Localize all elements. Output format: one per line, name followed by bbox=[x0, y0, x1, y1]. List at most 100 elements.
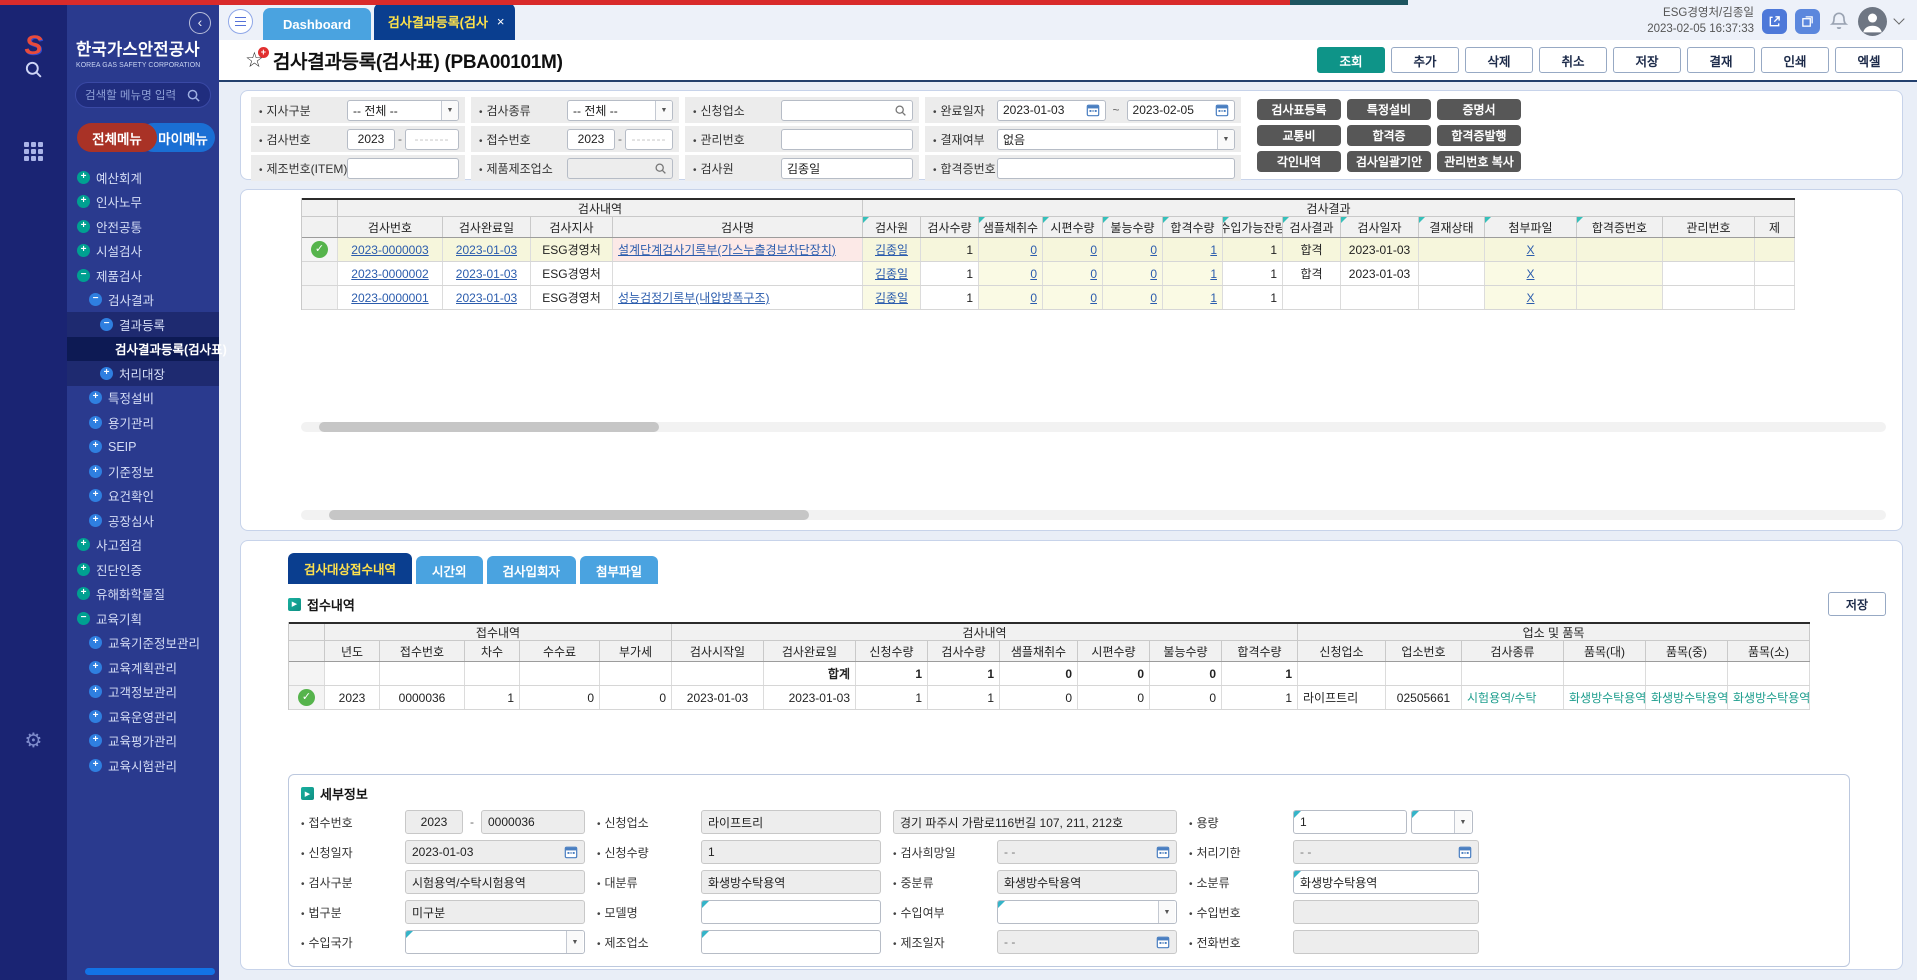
col-header-시편수량[interactable]: 시편수량 bbox=[1043, 217, 1103, 237]
action-button-저장[interactable]: 저장 bbox=[1613, 47, 1681, 73]
rail-settings-icon[interactable]: ⚙ bbox=[0, 728, 67, 753]
cell-link[interactable]: 김종일 bbox=[875, 265, 908, 282]
quick-button-관리번호 복사[interactable]: 관리번호 복사 bbox=[1437, 151, 1521, 172]
action-button-취소[interactable]: 취소 bbox=[1539, 47, 1607, 73]
cell-link[interactable]: 1 bbox=[1210, 243, 1217, 257]
grid-inner-hscrollbar[interactable] bbox=[301, 422, 1886, 432]
cell-link[interactable]: X bbox=[1526, 291, 1534, 305]
sidebar-item-12[interactable]: +기준정보 bbox=[67, 459, 219, 484]
hamburger-menu-icon[interactable] bbox=[228, 9, 253, 34]
filter-serial-접수번호[interactable]: ------- bbox=[625, 129, 673, 150]
grid-outer-hscroll-thumb[interactable] bbox=[329, 510, 809, 520]
sidebar-item-10[interactable]: +용기관리 bbox=[67, 410, 219, 435]
chevron-down-icon[interactable]: ▼ bbox=[1158, 901, 1175, 923]
calendar-icon[interactable] bbox=[1086, 103, 1100, 117]
filter-input-관리번호[interactable] bbox=[781, 129, 913, 150]
col-header-합격증번호[interactable]: 합격증번호 bbox=[1577, 217, 1663, 237]
detail-field-대분류[interactable]: 화생방수탁용역 bbox=[701, 870, 881, 894]
cell-link[interactable]: X bbox=[1526, 243, 1534, 257]
cell-link[interactable]: 1 bbox=[1210, 267, 1217, 281]
detail-field-검사구분[interactable]: 시험용역/수탁시험용역 bbox=[405, 870, 585, 894]
detail-field-신청업소[interactable]: 라이프트리 bbox=[701, 810, 881, 834]
table-row-1[interactable]: ✓202300000361002023-01-032023-01-0311000… bbox=[289, 686, 1810, 710]
col-header-첨부파일[interactable]: 첨부파일 bbox=[1485, 217, 1577, 237]
quick-button-합격증발행[interactable]: 합격증발행 bbox=[1437, 125, 1521, 146]
tab-1[interactable]: 검사결과등록(검사× bbox=[374, 3, 515, 40]
detail-input-용량[interactable]: 1 bbox=[1293, 810, 1407, 834]
expand-plus-icon[interactable]: + bbox=[89, 514, 102, 527]
chevron-down-icon[interactable] bbox=[1893, 13, 1904, 24]
detail-unit-select-용량[interactable]: ▼ bbox=[1411, 810, 1473, 834]
cell-link[interactable]: 0 bbox=[1030, 267, 1037, 281]
cell-link[interactable]: 김종일 bbox=[875, 241, 908, 258]
expand-plus-icon[interactable]: + bbox=[77, 563, 90, 576]
grid-outer-hscrollbar[interactable] bbox=[301, 510, 1886, 520]
detail-select-수입국가[interactable]: ▼ bbox=[405, 930, 585, 954]
menu-search-input[interactable]: 검색할 메뉴명 입력 bbox=[75, 82, 211, 108]
cell-link[interactable]: 2023-0000001 bbox=[351, 291, 428, 305]
detail-field-신청수량[interactable]: 1 bbox=[701, 840, 881, 864]
row-select-cell[interactable]: ✓ bbox=[302, 238, 338, 261]
sidebar-item-17[interactable]: +유해화학물질 bbox=[67, 582, 219, 607]
sidebar-item-23[interactable]: +교육평가관리 bbox=[67, 729, 219, 754]
cell-link[interactable]: 2023-0000003 bbox=[351, 243, 428, 257]
filter-serial-검사번호[interactable]: ------- bbox=[405, 129, 459, 150]
date-from[interactable]: 2023-01-03 bbox=[997, 100, 1106, 121]
cell-link[interactable]: 2023-0000002 bbox=[351, 267, 428, 281]
cell-link[interactable]: 2023-01-03 bbox=[456, 267, 517, 281]
cell-link[interactable]: 설계단계검사기록부(가스누출경보차단장치) bbox=[618, 241, 836, 258]
detail-date-신청일자[interactable]: 2023-01-03 bbox=[405, 840, 585, 864]
col-header-검사결과[interactable]: 검사결과 bbox=[1283, 217, 1341, 237]
bottom-tab-1[interactable]: 시간외 bbox=[416, 556, 483, 584]
action-button-조회[interactable]: 조회 bbox=[1317, 47, 1385, 73]
action-button-추가[interactable]: 추가 bbox=[1391, 47, 1459, 73]
date-to[interactable]: 2023-02-05 bbox=[1127, 100, 1236, 121]
cell-link[interactable]: 0 bbox=[1030, 291, 1037, 305]
col-header-결재상태[interactable]: 결재상태 bbox=[1419, 217, 1485, 237]
filter-year-검사번호[interactable]: 2023 bbox=[347, 129, 395, 150]
cell-link[interactable]: 0 bbox=[1150, 291, 1157, 305]
quick-button-교통비[interactable]: 교통비 bbox=[1257, 125, 1341, 146]
col-header-샘플채취수[interactable]: 샘플채취수 bbox=[979, 217, 1043, 237]
cell-link[interactable]: 김종일 bbox=[875, 289, 908, 306]
tab-all-menu[interactable]: 전체메뉴 bbox=[77, 123, 157, 152]
cell-link[interactable]: 0 bbox=[1090, 267, 1097, 281]
notification-bell-icon[interactable] bbox=[1828, 10, 1850, 32]
calendar-icon[interactable] bbox=[1458, 845, 1472, 859]
detail-field-전화번호[interactable] bbox=[1293, 930, 1479, 954]
table-row-1[interactable]: 2023-00000022023-01-03ESG경영처김종일100011합격2… bbox=[302, 262, 1795, 286]
avatar[interactable] bbox=[1858, 7, 1887, 36]
detail-select-수입여부[interactable]: ▼ bbox=[997, 900, 1177, 924]
filter-select-지사구분[interactable]: -- 전체 --▼ bbox=[347, 100, 459, 121]
calendar-icon[interactable] bbox=[1215, 103, 1229, 117]
new-window-icon[interactable] bbox=[1795, 9, 1820, 34]
cell-link[interactable]: 2023-01-03 bbox=[456, 291, 517, 305]
expand-plus-icon[interactable]: + bbox=[77, 538, 90, 551]
sidebar-item-5[interactable]: −검사결과 bbox=[67, 288, 219, 313]
quick-button-각인내역[interactable]: 각인내역 bbox=[1257, 151, 1341, 172]
quick-button-특정설비[interactable]: 특정설비 bbox=[1347, 99, 1431, 120]
receipt-save-button[interactable]: 저장 bbox=[1828, 592, 1886, 616]
expand-plus-icon[interactable]: + bbox=[89, 661, 102, 674]
collapse-minus-icon[interactable]: − bbox=[100, 318, 113, 331]
row-select-cell[interactable] bbox=[302, 262, 338, 285]
chevron-down-icon[interactable]: ▼ bbox=[1217, 130, 1234, 149]
tab-close-icon[interactable]: × bbox=[497, 14, 505, 29]
filter-select-검사종류[interactable]: -- 전체 --▼ bbox=[567, 100, 673, 121]
chevron-down-icon[interactable]: ▼ bbox=[1454, 811, 1471, 833]
sidebar-item-2[interactable]: +안전공통 bbox=[67, 214, 219, 239]
expand-plus-icon[interactable]: + bbox=[77, 220, 90, 233]
expand-plus-icon[interactable]: + bbox=[100, 367, 113, 380]
expand-plus-icon[interactable]: + bbox=[89, 734, 102, 747]
cell-link[interactable]: 0 bbox=[1150, 243, 1157, 257]
expand-plus-icon[interactable]: + bbox=[89, 636, 102, 649]
col-header-수입가능잔량[interactable]: 수입가능잔량 bbox=[1223, 217, 1283, 237]
cell-link[interactable]: X bbox=[1526, 267, 1534, 281]
filter-year-접수번호[interactable]: 2023 bbox=[567, 129, 615, 150]
col-header-불능수량[interactable]: 불능수량 bbox=[1103, 217, 1163, 237]
popout-icon[interactable] bbox=[1762, 9, 1787, 34]
filter-search-신청업소[interactable] bbox=[781, 100, 913, 121]
col-header-검사원[interactable]: 검사원 bbox=[863, 217, 921, 237]
sidebar-item-8[interactable]: +처리대장 bbox=[67, 361, 219, 386]
filter-input-검사원[interactable]: 김종일 bbox=[781, 158, 913, 179]
